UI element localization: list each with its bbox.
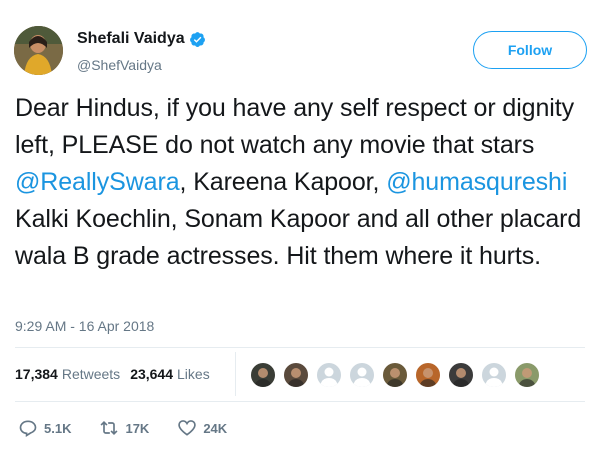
liker-avatar[interactable] — [448, 362, 474, 388]
heart-icon — [178, 420, 197, 436]
like-button[interactable]: 24K — [177, 418, 227, 438]
liker-avatar[interactable] — [415, 362, 441, 388]
reply-count: 5.1K — [44, 420, 72, 436]
reply-button[interactable]: 5.1K — [18, 418, 71, 438]
retweet-count: 17,384 — [15, 366, 58, 382]
like-stat[interactable]: 23,644 Likes — [130, 366, 210, 382]
liker-avatars — [250, 362, 547, 388]
divider — [15, 401, 585, 402]
retweet-action-count: 17K — [125, 420, 150, 436]
liker-avatar[interactable] — [514, 362, 540, 388]
user-name-row: Shefali Vaidya — [77, 30, 206, 48]
liker-avatar[interactable] — [481, 362, 507, 388]
mention-link[interactable]: @humasqureshi — [386, 168, 567, 196]
retweet-stat[interactable]: 17,384 Retweets — [15, 366, 120, 382]
liker-avatar[interactable] — [250, 362, 276, 388]
like-action-count: 24K — [203, 420, 228, 436]
verified-badge-icon — [189, 31, 206, 48]
tweet-timestamp[interactable]: 9:29 AM - 16 Apr 2018 — [15, 318, 154, 334]
liker-avatar[interactable] — [382, 362, 408, 388]
stats-separator — [235, 352, 236, 396]
like-count: 23,644 — [130, 366, 174, 382]
tweet-actions: 5.1K 17K 24K — [18, 418, 255, 438]
retweet-button[interactable]: 17K — [99, 418, 149, 438]
follow-button[interactable]: Follow — [473, 31, 587, 69]
mention-link[interactable]: @ReallySwara — [15, 168, 180, 196]
liker-avatar[interactable] — [316, 362, 342, 388]
liker-avatar[interactable] — [283, 362, 309, 388]
avatar[interactable] — [14, 26, 63, 75]
tweet-text-segment: Kalki Koechlin, Sonam Kapoor and all oth… — [15, 205, 582, 270]
liker-avatar[interactable] — [349, 362, 375, 388]
user-name[interactable]: Shefali Vaidya — [77, 30, 185, 48]
divider — [15, 347, 585, 348]
tweet-text: Dear Hindus, if you have any self respec… — [15, 90, 590, 275]
retweet-label: Retweets — [61, 366, 121, 382]
retweet-icon — [100, 420, 118, 436]
reply-icon — [19, 420, 37, 438]
tweet-card: Shefali Vaidya @ShefVaidya Follow Dear H… — [0, 0, 600, 450]
tweet-stats: 17,384 Retweets 23,644 Likes — [15, 366, 220, 382]
like-label: Likes — [177, 366, 210, 382]
tweet-text-segment: Dear Hindus, if you have any self respec… — [15, 94, 574, 159]
tweet-text-segment: , Kareena Kapoor, — [179, 168, 387, 196]
user-handle[interactable]: @ShefVaidya — [77, 57, 162, 73]
